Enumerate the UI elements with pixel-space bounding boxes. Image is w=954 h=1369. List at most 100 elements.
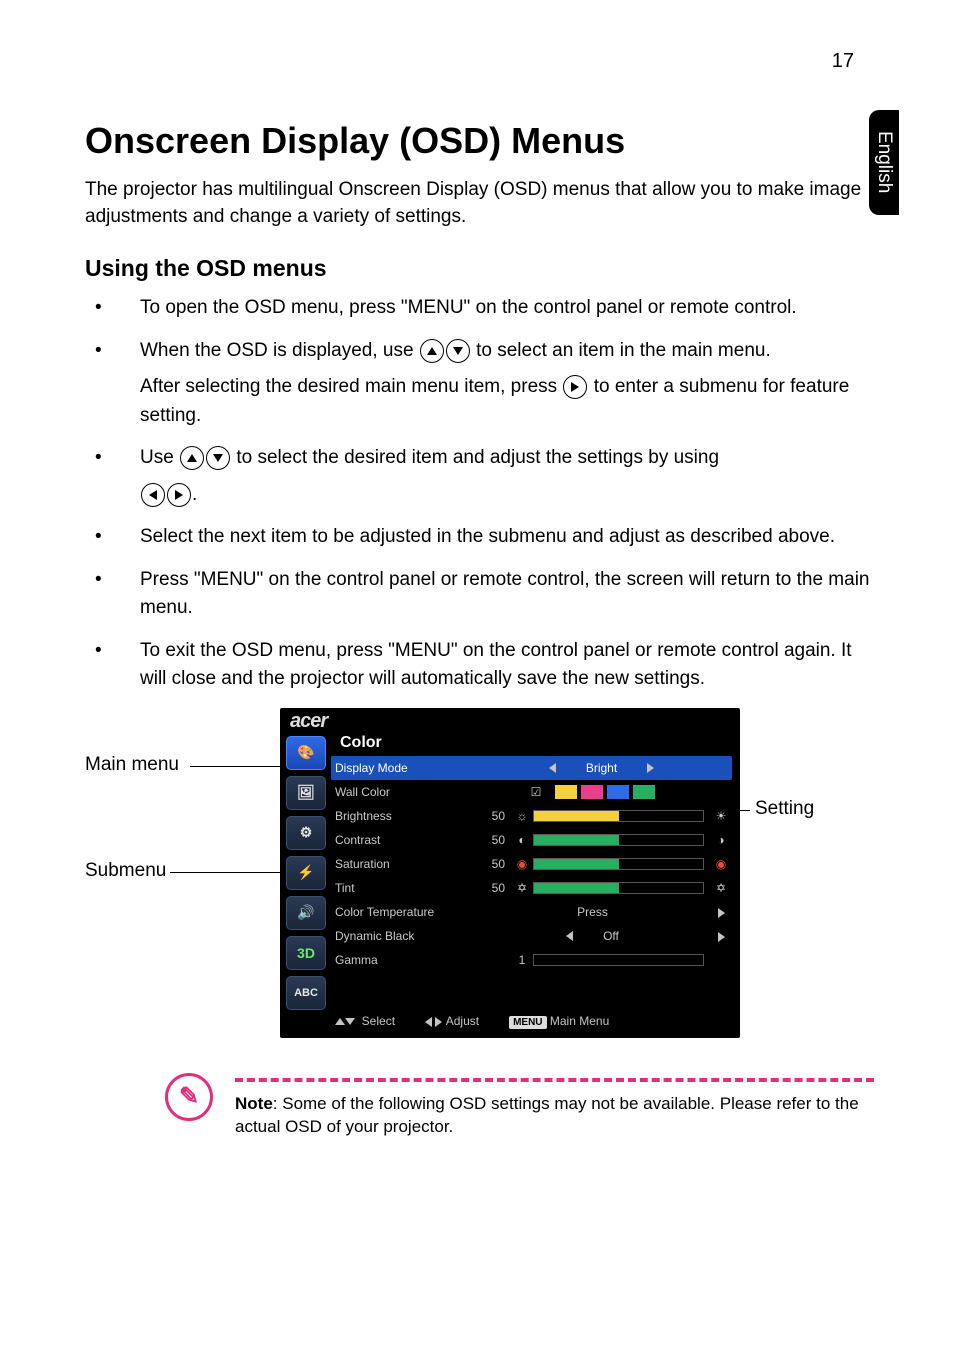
row-wall-color[interactable]: Wall Color ☑: [335, 780, 732, 804]
value-tint: 50: [475, 881, 511, 895]
bullet-2-text-b: to select an item in the main menu.: [476, 340, 771, 361]
row-tint[interactable]: Tint 50 ✡ ✡: [335, 876, 732, 900]
osd-figure: Main menu Submenu Setting acer 🎨 🖼 ⚙ ⚡ 🔊…: [85, 708, 875, 1058]
tint-low-icon: ✡: [511, 881, 533, 895]
bullet-3-text-a: Use: [140, 447, 179, 468]
label-color-temperature: Color Temperature: [335, 905, 475, 919]
label-wall-color: Wall Color: [335, 785, 475, 799]
slider-gamma[interactable]: [533, 954, 704, 966]
sidebar-item-color[interactable]: 🎨: [286, 736, 326, 770]
sidebar-item-setting[interactable]: ⚙: [286, 816, 326, 850]
callout-submenu: Submenu: [85, 860, 166, 882]
row-brightness[interactable]: Brightness 50 ☼ ☀: [335, 804, 732, 828]
sidebar-item-management[interactable]: ⚡: [286, 856, 326, 890]
callout-submenu-label: Submenu: [85, 860, 166, 881]
note-divider: [235, 1078, 874, 1082]
left-arrow-icon[interactable]: [549, 763, 556, 773]
row-dynamic-black[interactable]: Dynamic Black Off: [335, 924, 732, 948]
footer-adjust-label: Adjust: [446, 1014, 479, 1028]
value-display-mode: Bright: [586, 761, 617, 775]
down-arrow-icon: [345, 1018, 355, 1025]
contrast-low-icon: ◐: [511, 833, 533, 847]
bullet-2-text-c: After selecting the desired main menu it…: [140, 376, 562, 397]
osd-sidebar: 🎨 🖼 ⚙ ⚡ 🔊 3D ABC: [286, 736, 328, 1016]
brightness-low-icon: ☼: [511, 809, 533, 823]
value-gamma: 1: [511, 953, 533, 967]
bullet-3-text-b: to select the desired item and adjust th…: [236, 447, 719, 468]
sidebar-item-image[interactable]: 🖼: [286, 776, 326, 810]
note-block: ✎ Note: Some of the following OSD settin…: [85, 1078, 874, 1140]
value-brightness: 50: [475, 809, 511, 823]
swatch-pink[interactable]: [581, 785, 603, 799]
swatch-yellow[interactable]: [555, 785, 577, 799]
callout-main-menu-label: Main menu: [85, 754, 179, 775]
row-display-mode[interactable]: Display Mode Bright: [331, 756, 732, 780]
page: 17 English Onscreen Display (OSD) Menus …: [0, 0, 954, 1369]
up-arrow-icon: [420, 339, 444, 363]
label-display-mode: Display Mode: [335, 761, 475, 775]
label-saturation: Saturation: [335, 857, 475, 871]
footer-main-menu-label: Main Menu: [550, 1014, 609, 1028]
right-arrow-icon: [435, 1017, 442, 1027]
slider-brightness[interactable]: [533, 810, 704, 822]
slider-contrast[interactable]: [533, 834, 704, 846]
callout-setting: Setting: [755, 798, 814, 820]
section-heading: Using the OSD menus: [85, 255, 874, 282]
check-icon: ☑: [527, 785, 545, 799]
language-tab-label: English: [873, 131, 895, 193]
left-arrow-icon: [425, 1017, 432, 1027]
down-arrow-icon: [206, 446, 230, 470]
swatch-blue[interactable]: [607, 785, 629, 799]
right-arrow-icon[interactable]: [718, 908, 725, 918]
sidebar-item-language[interactable]: ABC: [286, 976, 326, 1010]
osd-footer: Select Adjust MENU Main Menu: [335, 1014, 730, 1028]
down-arrow-icon: [446, 339, 470, 363]
wall-color-swatches[interactable]: [555, 785, 655, 799]
sidebar-item-audio[interactable]: 🔊: [286, 896, 326, 930]
footer-select: Select: [335, 1014, 395, 1028]
bullet-6: To exit the OSD menu, press "MENU" on th…: [85, 637, 874, 694]
value-contrast: 50: [475, 833, 511, 847]
value-dynamic-black: Off: [603, 929, 619, 943]
slider-saturation[interactable]: [533, 858, 704, 870]
menu-badge: MENU: [509, 1016, 546, 1029]
intro-paragraph: The projector has multilingual Onscreen …: [85, 177, 874, 230]
label-gamma: Gamma: [335, 953, 475, 967]
note-icon: ✎: [165, 1073, 213, 1121]
row-color-temperature[interactable]: Color Temperature Press: [335, 900, 732, 924]
callout-setting-label: Setting: [755, 798, 814, 819]
slider-tint[interactable]: [533, 882, 704, 894]
right-arrow-icon[interactable]: [718, 932, 725, 942]
right-arrow-icon[interactable]: [647, 763, 654, 773]
row-saturation[interactable]: Saturation 50 ◉ ◉: [335, 852, 732, 876]
note-label: Note: [235, 1094, 273, 1113]
callout-main-menu: Main menu: [85, 754, 179, 776]
row-gamma[interactable]: Gamma 1: [335, 948, 732, 972]
right-arrow-icon: [167, 483, 191, 507]
note-body: : Some of the following OSD settings may…: [235, 1094, 859, 1137]
sidebar-item-3d[interactable]: 3D: [286, 936, 326, 970]
bullet-3: Use to select the desired item and adjus…: [85, 444, 874, 509]
bullet-1: To open the OSD menu, press "MENU" on th…: [85, 294, 874, 323]
swatch-green[interactable]: [633, 785, 655, 799]
footer-select-label: Select: [362, 1014, 395, 1028]
bullet-5: Press "MENU" on the control panel or rem…: [85, 566, 874, 623]
up-arrow-icon: [180, 446, 204, 470]
note-text: Note: Some of the following OSD settings…: [235, 1092, 874, 1140]
left-arrow-icon: [141, 483, 165, 507]
row-contrast[interactable]: Contrast 50 ◐ ◑: [335, 828, 732, 852]
value-color-temperature: Press: [475, 905, 710, 919]
left-arrow-icon[interactable]: [566, 931, 573, 941]
bullet-2: When the OSD is displayed, use to select…: [85, 337, 874, 431]
right-arrow-icon: [563, 375, 587, 399]
up-arrow-icon: [335, 1018, 345, 1025]
contrast-high-icon: ◑: [710, 833, 732, 847]
osd-brand-logo: acer: [290, 710, 327, 733]
osd-main: Display Mode Bright Wall Color ☑: [335, 756, 732, 972]
saturation-high-icon: ◉: [710, 857, 732, 871]
label-brightness: Brightness: [335, 809, 475, 823]
language-tab: English: [869, 110, 899, 215]
label-contrast: Contrast: [335, 833, 475, 847]
osd-title: Color: [340, 734, 382, 752]
bullet-3-text-c: .: [192, 484, 197, 505]
